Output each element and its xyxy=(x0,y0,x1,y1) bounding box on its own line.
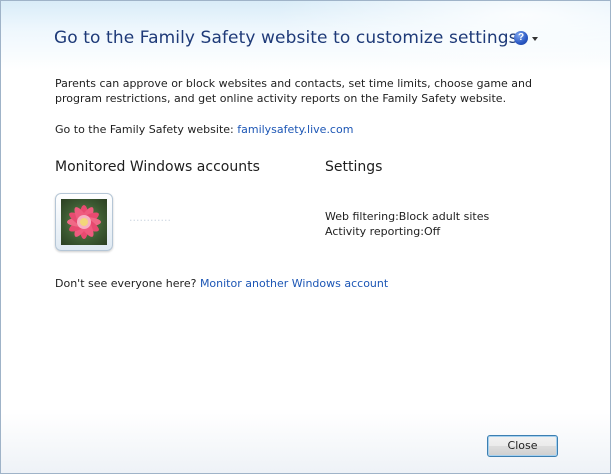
account-name[interactable]: ············ xyxy=(129,214,171,227)
activity-reporting-value: Off xyxy=(423,225,441,238)
flower-image xyxy=(67,205,101,239)
missing-account-line: Don't see everyone here? Monitor another… xyxy=(55,277,388,290)
close-button[interactable]: Close xyxy=(487,435,558,457)
accounts-header: Monitored Windows accounts xyxy=(55,159,260,175)
website-line: Go to the Family Safety website: familys… xyxy=(55,123,353,136)
settings-header: Settings xyxy=(325,159,383,175)
family-safety-website-link[interactable]: familysafety.live.com xyxy=(237,123,353,136)
web-filtering-value: Block adult sites xyxy=(398,210,490,223)
help-dropdown-caret-icon[interactable] xyxy=(532,37,538,41)
web-filtering-label: Web filtering: xyxy=(325,210,399,223)
dialog-title: Go to the Family Safety website to custo… xyxy=(54,28,518,48)
help-icon[interactable]: ? xyxy=(514,31,528,45)
flower-avatar-icon xyxy=(61,199,107,245)
website-prefix: Go to the Family Safety website: xyxy=(55,123,238,136)
web-filtering-setting: Web filtering:Block adult sites xyxy=(325,210,489,223)
activity-reporting-label: Activity reporting: xyxy=(325,225,424,238)
account-avatar[interactable] xyxy=(55,193,113,251)
description-text: Parents can approve or block websites an… xyxy=(55,77,532,105)
family-safety-dialog: Go to the Family Safety website to custo… xyxy=(0,0,611,474)
missing-account-prompt: Don't see everyone here? xyxy=(55,277,200,290)
activity-reporting-setting: Activity reporting:Off xyxy=(325,225,440,238)
monitor-another-account-link[interactable]: Monitor another Windows account xyxy=(200,277,388,290)
